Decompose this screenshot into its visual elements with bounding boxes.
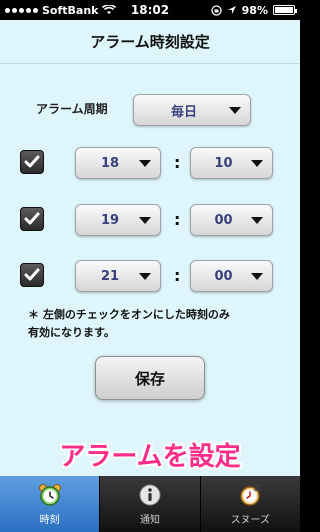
- alarm-2-minute-dropdown[interactable]: 00: [190, 204, 273, 236]
- info-icon: [137, 482, 163, 508]
- save-button[interactable]: 保存: [95, 356, 205, 400]
- chevron-down-icon: [251, 217, 263, 224]
- alarm-settings-screen: アラーム時刻設定 アラーム周期 毎日 18 : 10 19 : 00 21: …: [0, 20, 300, 476]
- note-line-1: ＊ 左側のチェックをオンにした時刻のみ: [28, 308, 230, 321]
- chevron-down-icon: [139, 160, 151, 167]
- caption-text: アラームを設定: [59, 442, 241, 472]
- checkmark-icon: [24, 212, 40, 225]
- alarm-clock-icon: [37, 482, 63, 508]
- time-separator: :: [174, 266, 181, 285]
- battery-icon: [273, 5, 297, 15]
- period-dropdown[interactable]: 毎日: [133, 94, 251, 126]
- location-icon: [227, 6, 236, 14]
- tab-snooze-label: スヌーズ: [230, 515, 271, 526]
- battery-percent: 98%: [241, 3, 268, 17]
- rotation-lock-icon: [211, 4, 222, 16]
- alarm-3-minute-value: 00: [214, 268, 233, 284]
- chevron-down-icon: [229, 107, 241, 114]
- alarm-1-hour-dropdown[interactable]: 18: [75, 147, 161, 179]
- alarm-3-minute-dropdown[interactable]: 00: [190, 260, 273, 292]
- alarm-2-minute-value: 00: [214, 212, 233, 228]
- wifi-icon: [102, 5, 117, 14]
- alarm-2-hour-value: 19: [100, 212, 120, 228]
- alarm-3-hour-dropdown[interactable]: 21: [75, 260, 161, 292]
- period-label: アラーム周期: [36, 102, 108, 116]
- status-bar: SoftBank 18:02 98%: [0, 0, 300, 20]
- time-separator: :: [174, 210, 181, 229]
- note-line-2: 有効になります。: [28, 326, 115, 339]
- checkmark-icon: [24, 268, 40, 281]
- tab-time[interactable]: 時刻: [0, 476, 100, 532]
- period-value: 毎日: [170, 104, 197, 120]
- snooze-clock-icon: [237, 482, 263, 508]
- chevron-down-icon: [251, 160, 263, 167]
- chevron-down-icon: [139, 217, 151, 224]
- alarm-3-checkbox[interactable]: [20, 263, 44, 287]
- time-separator: :: [174, 153, 181, 172]
- checkmark-icon: [24, 155, 40, 168]
- tab-bar: 時刻 通知 スヌーズ: [0, 476, 300, 532]
- alarm-1-minute-value: 10: [214, 155, 233, 171]
- carrier-name: SoftBank: [42, 3, 99, 17]
- chevron-down-icon: [139, 273, 151, 280]
- alarm-2-hour-dropdown[interactable]: 19: [75, 204, 161, 236]
- alarm-2-checkbox[interactable]: [20, 207, 44, 231]
- alarm-3-hour-value: 21: [100, 268, 120, 284]
- chevron-down-icon: [251, 273, 263, 280]
- tab-notification[interactable]: 通知: [99, 476, 199, 532]
- note-text: ＊ 左側のチェックをオンにした時刻のみ 有効になります。: [28, 306, 278, 342]
- page-title: アラーム時刻設定: [90, 33, 210, 51]
- signal-icon: [5, 7, 38, 13]
- tab-notification-label: 通知: [139, 515, 160, 526]
- alarm-1-minute-dropdown[interactable]: 10: [190, 147, 273, 179]
- tab-time-label: 時刻: [39, 515, 60, 526]
- tab-snooze[interactable]: スヌーズ: [199, 476, 300, 532]
- navigation-bar: アラーム時刻設定: [0, 20, 300, 64]
- alarm-1-checkbox[interactable]: [20, 150, 44, 174]
- alarm-1-hour-value: 18: [100, 155, 120, 171]
